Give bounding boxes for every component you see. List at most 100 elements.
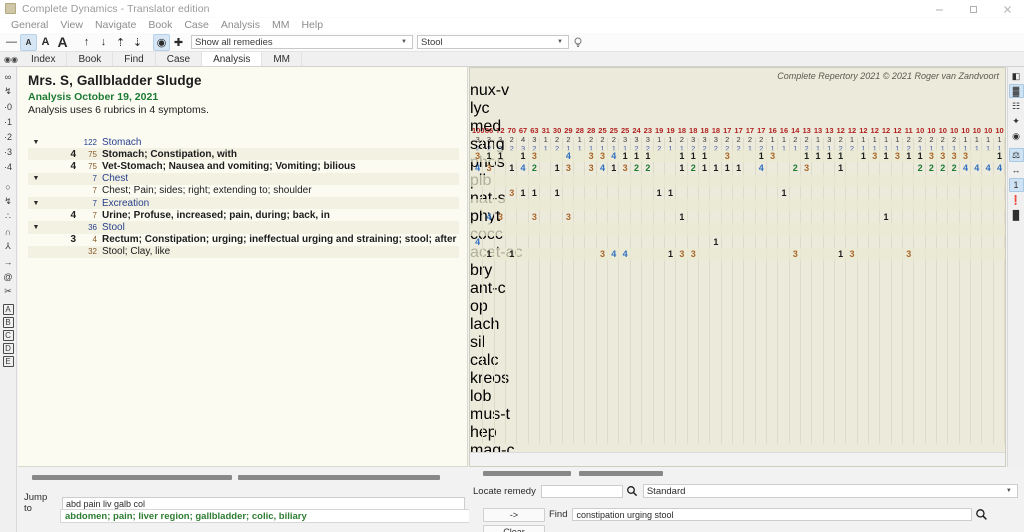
grid-cell[interactable] — [880, 236, 891, 248]
grid-cell[interactable]: 1 — [665, 187, 676, 199]
grid-cell[interactable]: 1 — [1005, 150, 1006, 162]
grid-cell[interactable] — [994, 211, 1005, 223]
grid-cell[interactable] — [597, 236, 608, 248]
grid-cell[interactable] — [529, 236, 540, 248]
grid-cell[interactable]: 1 — [665, 248, 676, 260]
grid-cell[interactable] — [665, 211, 676, 223]
grid-cell[interactable] — [778, 162, 789, 174]
grid-cell[interactable] — [767, 187, 778, 199]
grid-cell[interactable] — [778, 236, 789, 248]
grid-cell[interactable]: 4 — [472, 236, 483, 248]
grid-cell[interactable]: 3 — [483, 162, 494, 174]
analysis-group-row[interactable]: ▼ 7 Chest — [28, 172, 459, 185]
grid-cell[interactable] — [722, 248, 733, 260]
fork-icon[interactable]: ⅄ — [1, 239, 16, 254]
grid-cell[interactable]: 1 — [880, 150, 891, 162]
grid-cell[interactable] — [642, 248, 653, 260]
grid-cell[interactable] — [574, 248, 585, 260]
maximize-icon[interactable] — [956, 0, 990, 18]
grid-cell[interactable]: 4 — [619, 248, 630, 260]
jump-to-result[interactable]: abdomen; pain; liver region; gallbladder… — [60, 509, 492, 523]
grid-cell[interactable]: 3 — [926, 150, 937, 162]
grid-cell[interactable] — [903, 187, 914, 199]
grid-cell[interactable] — [982, 187, 993, 199]
grid-cell[interactable] — [699, 248, 710, 260]
grid-cell[interactable] — [563, 248, 574, 260]
grid-cell[interactable] — [597, 187, 608, 199]
grid-cell[interactable] — [676, 187, 687, 199]
grid-cell[interactable] — [585, 211, 596, 223]
grid-cell[interactable]: 3 — [869, 150, 880, 162]
grid-cell[interactable]: 1 — [903, 150, 914, 162]
grid-cell[interactable] — [903, 162, 914, 174]
grid-cell[interactable] — [597, 211, 608, 223]
group-a-icon[interactable]: A — [2, 304, 14, 315]
lightbulb-icon[interactable] — [569, 34, 586, 51]
grid-cell[interactable] — [495, 187, 506, 199]
grid-cell[interactable]: 1 — [699, 162, 710, 174]
grid-cell[interactable] — [472, 211, 483, 223]
grid-cell[interactable] — [846, 236, 857, 248]
grid-cell[interactable] — [869, 211, 880, 223]
grid-cell[interactable]: 1 — [801, 150, 812, 162]
grid-cell[interactable]: 3 — [892, 150, 903, 162]
grid-cell[interactable]: 3 — [676, 248, 687, 260]
grid-cell[interactable] — [869, 248, 880, 260]
grid-cell[interactable] — [812, 236, 823, 248]
grid-cell[interactable] — [642, 187, 653, 199]
grid-dense-icon[interactable]: ▓ — [1008, 84, 1024, 98]
grid-cell[interactable]: 3 — [597, 248, 608, 260]
grid-cell[interactable] — [914, 187, 925, 199]
grid-cell[interactable] — [892, 211, 903, 223]
grid-cell[interactable]: 3 — [495, 211, 506, 223]
eye-icon[interactable]: ◉ — [153, 33, 170, 51]
grid-cell[interactable] — [540, 150, 551, 162]
grid-cell[interactable]: 3 — [767, 150, 778, 162]
grid-cell[interactable] — [824, 162, 835, 174]
grid-cell[interactable] — [619, 236, 630, 248]
grid-cell[interactable] — [722, 187, 733, 199]
analysis-style-select[interactable]: Standard ▼ — [642, 484, 1018, 498]
grid-cell[interactable] — [574, 236, 585, 248]
grid-cell[interactable] — [858, 187, 869, 199]
plus-icon[interactable]: ✚ — [170, 34, 187, 51]
grid-cell[interactable] — [971, 187, 982, 199]
tab-book[interactable]: Book — [67, 52, 114, 66]
grid-cell[interactable] — [835, 211, 846, 223]
grid-cell[interactable]: 3 — [948, 150, 959, 162]
grid-cell[interactable] — [1005, 248, 1006, 260]
balance-icon[interactable]: ⚖ — [1008, 148, 1024, 162]
repertory-icon[interactable]: ↯ — [1, 84, 16, 99]
locate-remedy-input[interactable] — [540, 484, 623, 498]
grid-cell[interactable] — [926, 211, 937, 223]
eye-view-icon[interactable]: ◉ — [1009, 129, 1024, 143]
group-e-icon[interactable]: E — [2, 356, 14, 367]
arc-icon[interactable]: ∩ — [1, 224, 16, 239]
grid-cell[interactable]: 3 — [529, 211, 540, 223]
grid-cell[interactable] — [574, 150, 585, 162]
grid-cell[interactable]: 1 — [824, 150, 835, 162]
grid-cell[interactable]: 3 — [801, 162, 812, 174]
grid-cell[interactable] — [495, 162, 506, 174]
grid-cell[interactable] — [688, 211, 699, 223]
grid-horizontal-scrollbar[interactable] — [470, 452, 1005, 466]
grid-cell[interactable] — [892, 248, 903, 260]
grid-cell[interactable] — [654, 248, 665, 260]
grid-cell[interactable] — [960, 211, 971, 223]
grid-cell[interactable] — [801, 211, 812, 223]
resize-icon[interactable]: ↔ — [1009, 163, 1024, 177]
grid-cell[interactable]: 4 — [756, 162, 767, 174]
grid-cell[interactable] — [994, 236, 1005, 248]
grid-cell[interactable] — [631, 187, 642, 199]
grid-cell[interactable] — [744, 248, 755, 260]
circle-icon[interactable]: ○ — [1, 179, 16, 194]
layout-icon[interactable]: ◧ — [1009, 69, 1024, 83]
grid-cell[interactable]: 3 — [937, 150, 948, 162]
grid-cell[interactable] — [778, 211, 789, 223]
grid-cell[interactable] — [574, 187, 585, 199]
grid-cell[interactable]: 1 — [994, 150, 1005, 162]
grid-cell[interactable] — [858, 248, 869, 260]
grid-cell[interactable] — [835, 187, 846, 199]
left-hscroll-thumb-b[interactable] — [238, 474, 440, 480]
grid-cell[interactable] — [982, 211, 993, 223]
